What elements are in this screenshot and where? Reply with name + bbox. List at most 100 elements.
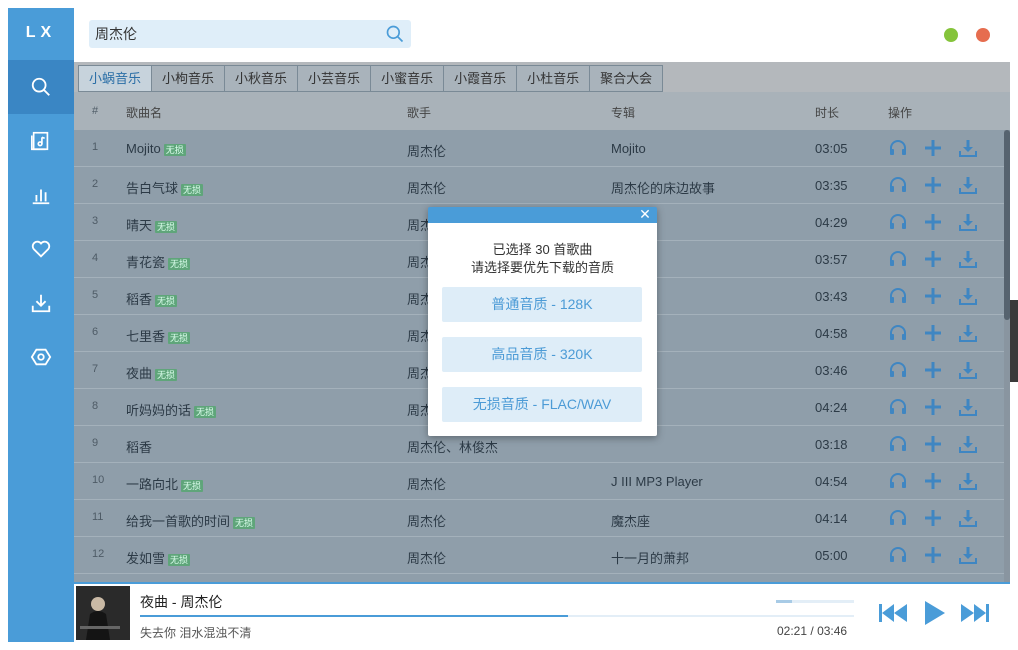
table-row[interactable]: 1 Mojito 无损 周杰伦 Mojito 03:05	[74, 130, 1004, 167]
row-actions	[888, 545, 988, 565]
row-actions	[888, 249, 988, 269]
progress-bar[interactable]	[140, 615, 854, 617]
add-icon[interactable]	[923, 138, 943, 158]
download-icon[interactable]	[958, 212, 978, 232]
row-number: 1	[92, 141, 99, 153]
download-icon[interactable]	[958, 471, 978, 491]
tab-source[interactable]: 小霞音乐	[444, 65, 518, 92]
sidebar-item-settings[interactable]	[8, 330, 74, 384]
song-name-text: 晴天	[126, 218, 153, 233]
song-name-text: 稻香	[126, 292, 153, 307]
song-name-text: 稻香	[126, 440, 153, 455]
song-duration: 04:58	[815, 326, 848, 341]
skip-next-icon	[961, 604, 989, 622]
download-icon[interactable]	[958, 360, 978, 380]
download-icon[interactable]	[958, 434, 978, 454]
song-name: 稻香 无损	[126, 289, 396, 308]
row-number: 7	[92, 363, 99, 375]
add-icon[interactable]	[923, 323, 943, 343]
skip-previous-icon	[879, 604, 907, 622]
close-icon[interactable]: ✕	[637, 206, 653, 222]
add-icon[interactable]	[923, 397, 943, 417]
volume-slider[interactable]	[776, 600, 854, 603]
close-window-button[interactable]	[976, 28, 990, 42]
album-name: 周杰伦的床边故事	[611, 181, 716, 196]
song-name-text: 夜曲	[126, 366, 153, 381]
add-icon[interactable]	[923, 212, 943, 232]
scrollbar[interactable]	[1004, 130, 1010, 582]
headphones-icon[interactable]	[888, 545, 908, 565]
headphones-icon[interactable]	[888, 397, 908, 417]
headphones-icon[interactable]	[888, 138, 908, 158]
artist-name: 周杰伦	[407, 181, 447, 196]
download-icon[interactable]	[958, 286, 978, 306]
song-name: 听妈妈的话 无损	[126, 400, 396, 419]
song-name: 告白气球 无损	[126, 178, 396, 197]
previous-button[interactable]	[876, 598, 910, 628]
sidebar-item-download[interactable]	[8, 276, 74, 330]
tab-source[interactable]: 小蜜音乐	[371, 65, 445, 92]
add-icon[interactable]	[923, 249, 943, 269]
scrollbar-thumb[interactable]	[1004, 130, 1010, 320]
download-icon[interactable]	[958, 323, 978, 343]
download-icon[interactable]	[958, 508, 978, 528]
tab-source[interactable]: 小杜音乐	[517, 65, 591, 92]
headphones-icon[interactable]	[888, 175, 908, 195]
download-icon[interactable]	[958, 397, 978, 417]
download-icon[interactable]	[958, 545, 978, 565]
sidebar-item-leaderboard[interactable]	[8, 168, 74, 222]
search-icon[interactable]	[385, 24, 405, 44]
table-row[interactable]: 10 一路向北 无损 周杰伦 J III MP3 Player 04:54	[74, 463, 1004, 500]
quality-128k-button[interactable]: 普通音质 - 128K	[442, 287, 642, 322]
quality-flac-button[interactable]: 无损音质 - FLAC/WAV	[442, 387, 642, 422]
download-icon[interactable]	[958, 249, 978, 269]
headphones-icon[interactable]	[888, 286, 908, 306]
play-button[interactable]	[917, 598, 951, 628]
quality-320k-button[interactable]: 高品音质 - 320K	[442, 337, 642, 372]
row-number: 8	[92, 400, 99, 412]
headphones-icon[interactable]	[888, 212, 908, 232]
add-icon[interactable]	[923, 471, 943, 491]
next-button[interactable]	[958, 598, 992, 628]
row-number: 11	[92, 511, 104, 523]
table-header: # 歌曲名 歌手 专辑 时长 操作	[74, 92, 1010, 130]
song-name-text: 告白气球	[126, 181, 179, 196]
lossless-badge: 无损	[181, 183, 204, 196]
headphones-icon[interactable]	[888, 360, 908, 380]
table-row[interactable]: 11 给我一首歌的时间 无损 周杰伦 魔杰座 04:14	[74, 500, 1004, 537]
add-icon[interactable]	[923, 175, 943, 195]
now-playing-title: 夜曲 - 周杰伦	[140, 594, 223, 610]
table-row[interactable]: 12 发如雪 无损 周杰伦 十一月的萧邦 05:00	[74, 537, 1004, 574]
add-icon[interactable]	[923, 545, 943, 565]
sidebar-item-favorites[interactable]	[8, 222, 74, 276]
row-actions	[888, 397, 988, 417]
background-window-edge	[1010, 300, 1018, 382]
minimize-button[interactable]	[944, 28, 958, 42]
sidebar: LX	[8, 8, 74, 642]
tab-source[interactable]: 聚合大会	[590, 65, 664, 92]
add-icon[interactable]	[923, 360, 943, 380]
sidebar-item-songlist[interactable]	[8, 114, 74, 168]
add-icon[interactable]	[923, 434, 943, 454]
download-icon[interactable]	[958, 138, 978, 158]
album-cover[interactable]	[76, 586, 130, 640]
headphones-icon[interactable]	[888, 508, 908, 528]
add-icon[interactable]	[923, 508, 943, 528]
sidebar-item-search[interactable]	[8, 60, 74, 114]
headphones-icon[interactable]	[888, 434, 908, 454]
headphones-icon[interactable]	[888, 249, 908, 269]
headphones-icon[interactable]	[888, 323, 908, 343]
tab-source[interactable]: 小秋音乐	[225, 65, 299, 92]
tab-source[interactable]: 小蜗音乐	[78, 65, 153, 92]
table-row[interactable]: 2 告白气球 无损 周杰伦 周杰伦的床边故事 03:35	[74, 167, 1004, 204]
artist-name: 周杰伦	[407, 551, 447, 566]
download-icon[interactable]	[958, 175, 978, 195]
row-number: 9	[92, 437, 99, 449]
search-input[interactable]	[95, 20, 375, 48]
tab-source[interactable]: 小芸音乐	[298, 65, 372, 92]
download-icon	[31, 294, 51, 313]
tab-source[interactable]: 小枸音乐	[152, 65, 226, 92]
headphones-icon[interactable]	[888, 471, 908, 491]
search-box[interactable]	[89, 20, 411, 48]
add-icon[interactable]	[923, 286, 943, 306]
